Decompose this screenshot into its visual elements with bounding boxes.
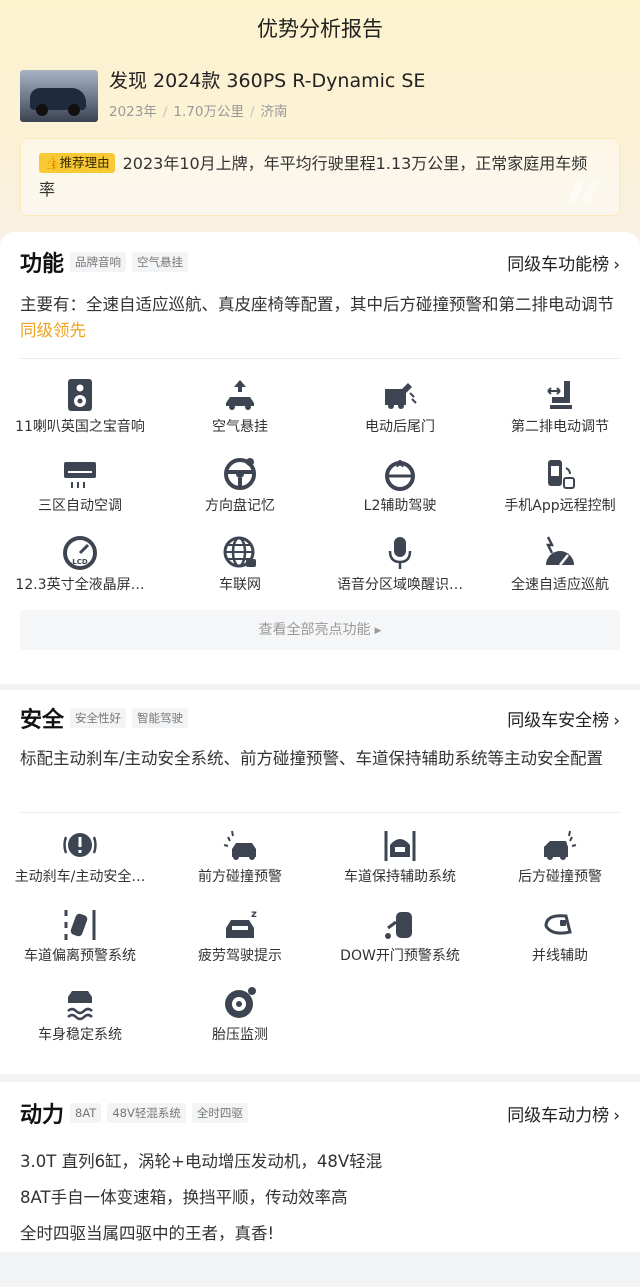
safety-item[interactable]: 主动刹车/主动安全…: [0, 809, 160, 888]
recommend-badge: 👍推荐理由: [39, 153, 115, 173]
function-tag: 品牌音响: [70, 252, 127, 272]
safety-title: 安全: [20, 708, 65, 733]
power-seat-icon: [547, 381, 572, 409]
brake-warning-icon: [63, 833, 97, 857]
car-city: 济南: [260, 104, 288, 120]
fatigue-icon: z: [226, 909, 257, 938]
steering-memory-icon: [224, 458, 256, 490]
safety-item[interactable]: z 疲劳驾驶提示: [160, 888, 320, 967]
safety-item[interactable]: 车身稳定系统: [0, 967, 160, 1046]
power-tag: 48V轻混系统: [107, 1103, 186, 1123]
feature-item[interactable]: LCD 12.3英寸全液晶屏…: [0, 517, 160, 596]
car-summary[interactable]: 发现 2024款 360PS R-Dynamic SE 2023年/1.70万公…: [20, 70, 620, 122]
safety-tag: 安全性好: [70, 708, 127, 728]
lane-departure-icon: [64, 910, 96, 940]
safety-item[interactable]: 车道偏离预警系统: [0, 888, 160, 967]
safety-item[interactable]: 前方碰撞预警: [160, 809, 320, 888]
power-tag: 8AT: [70, 1103, 102, 1123]
power-tailgate-icon: [385, 383, 417, 409]
reason-text: 2023年10月上牌，年平均行驶里程1.13万公里，正常家庭用车频率: [39, 154, 588, 199]
safety-desc: 标配主动刹车/主动安全系统、前方碰撞预警、车道保持辅助系统等主动安全配置: [20, 749, 604, 768]
car-name: 发现 2024款 360PS R-Dynamic SE: [109, 70, 426, 92]
recommend-reason: 👍推荐理由 2023年10月上牌，年平均行驶里程1.13万公里，正常家庭用车频率: [20, 138, 620, 216]
svg-text:z: z: [251, 909, 257, 920]
speaker-icon: [68, 379, 92, 411]
feature-item[interactable]: 三区自动空调: [0, 438, 160, 517]
feature-item[interactable]: 车联网: [160, 517, 320, 596]
thumbs-up-icon: 👍: [44, 155, 60, 170]
door-open-warning-icon: [385, 912, 412, 939]
power-rank-link[interactable]: 同级车动力榜 ›: [507, 1101, 620, 1126]
safety-item[interactable]: 后方碰撞预警: [480, 809, 640, 888]
report-header: 优势分析报告 发现 2024款 360PS R-Dynamic SE 2023年…: [0, 0, 640, 250]
power-line: 3.0T 直列6缸，涡轮+电动增压发动机，48V轻混: [20, 1152, 383, 1171]
car-thumbnail[interactable]: [20, 70, 98, 122]
feature-item[interactable]: 方向盘记忆: [160, 438, 320, 517]
car-year: 2023年: [109, 104, 157, 120]
safety-item[interactable]: 胎压监测: [160, 967, 320, 1046]
function-desc: 主要有：全速自适应巡航、真皮座椅等配置，其中后方碰撞预警和第二排电动调节同级领先: [20, 295, 614, 340]
function-tag: 空气悬挂: [132, 252, 189, 272]
front-collision-icon: [223, 830, 256, 860]
feature-item[interactable]: 电动后尾门: [320, 359, 480, 438]
car-mileage: 1.70万公里: [173, 104, 244, 120]
safety-item[interactable]: 车道保持辅助系统: [320, 809, 480, 888]
safety-item[interactable]: 并线辅助: [480, 888, 640, 967]
air-conditioner-icon: [64, 462, 96, 488]
function-rank-link[interactable]: 同级车功能榜 ›: [507, 250, 620, 275]
tire-pressure-icon: [225, 987, 256, 1018]
svg-text:LCD: LCD: [72, 558, 88, 566]
car-meta: 2023年/1.70万公里 / 济南: [109, 104, 288, 120]
chevron-right-icon: ›: [613, 254, 620, 275]
feature-item[interactable]: 语音分区域唤醒识…: [320, 517, 480, 596]
power-line: 全时四驱当属四驱中的王者，真香!: [20, 1224, 275, 1243]
feature-item[interactable]: A L2辅助驾驶: [320, 438, 480, 517]
safety-card: 安全 安全性好 智能驾驶 同级车安全榜 › 标配主动刹车/主动安全系统、前方碰撞预…: [0, 690, 640, 1074]
phone-remote-icon: [548, 460, 575, 489]
globe-icon: [223, 536, 256, 568]
power-line: 8AT手自一体变速箱，换挡平顺，传动效率高: [20, 1188, 348, 1207]
lane-keep-icon: [384, 831, 416, 861]
triangle-right-icon: ▶: [374, 626, 382, 636]
blind-spot-icon: [544, 914, 572, 935]
function-card: 功能 品牌音响 空气悬挂 同级车功能榜 › 主要有：全速自适应巡航、真皮座椅等配置…: [0, 232, 640, 684]
feature-item[interactable]: 11喇叭英国之宝音响: [0, 359, 160, 438]
cruise-control-icon: [545, 536, 574, 566]
feature-item[interactable]: 全速自适应巡航: [480, 517, 640, 596]
stability-icon: [67, 991, 93, 1021]
quote-deco-icon: [567, 181, 599, 203]
function-title: 功能: [20, 252, 65, 277]
view-all-features-button[interactable]: 查看全部亮点功能 ▶: [20, 610, 620, 650]
microphone-icon: [388, 537, 412, 569]
feature-item[interactable]: 空气悬挂: [160, 359, 320, 438]
power-title: 动力: [20, 1103, 65, 1128]
air-suspension-icon: [226, 380, 254, 410]
chevron-right-icon: ›: [613, 710, 620, 731]
safety-tag: 智能驾驶: [132, 708, 189, 728]
power-card: 动力 8AT 48V轻混系统 全时四驱 同级车动力榜 › 3.0T 直列6缸，涡轮…: [0, 1082, 640, 1252]
safety-rank-link[interactable]: 同级车安全榜 ›: [507, 706, 620, 731]
page-title: 优势分析报告: [257, 17, 383, 41]
chevron-right-icon: ›: [613, 1105, 620, 1126]
feature-item[interactable]: 第二排电动调节: [480, 359, 640, 438]
feature-item[interactable]: 手机App远程控制: [480, 438, 640, 517]
rear-collision-icon: [544, 830, 577, 860]
lcd-gauge-icon: LCD: [63, 536, 97, 570]
svg-text:A: A: [396, 459, 404, 470]
assisted-driving-icon: A: [385, 459, 415, 491]
power-tag: 全时四驱: [191, 1103, 248, 1123]
safety-item[interactable]: DOW开门预警系统: [320, 888, 480, 967]
